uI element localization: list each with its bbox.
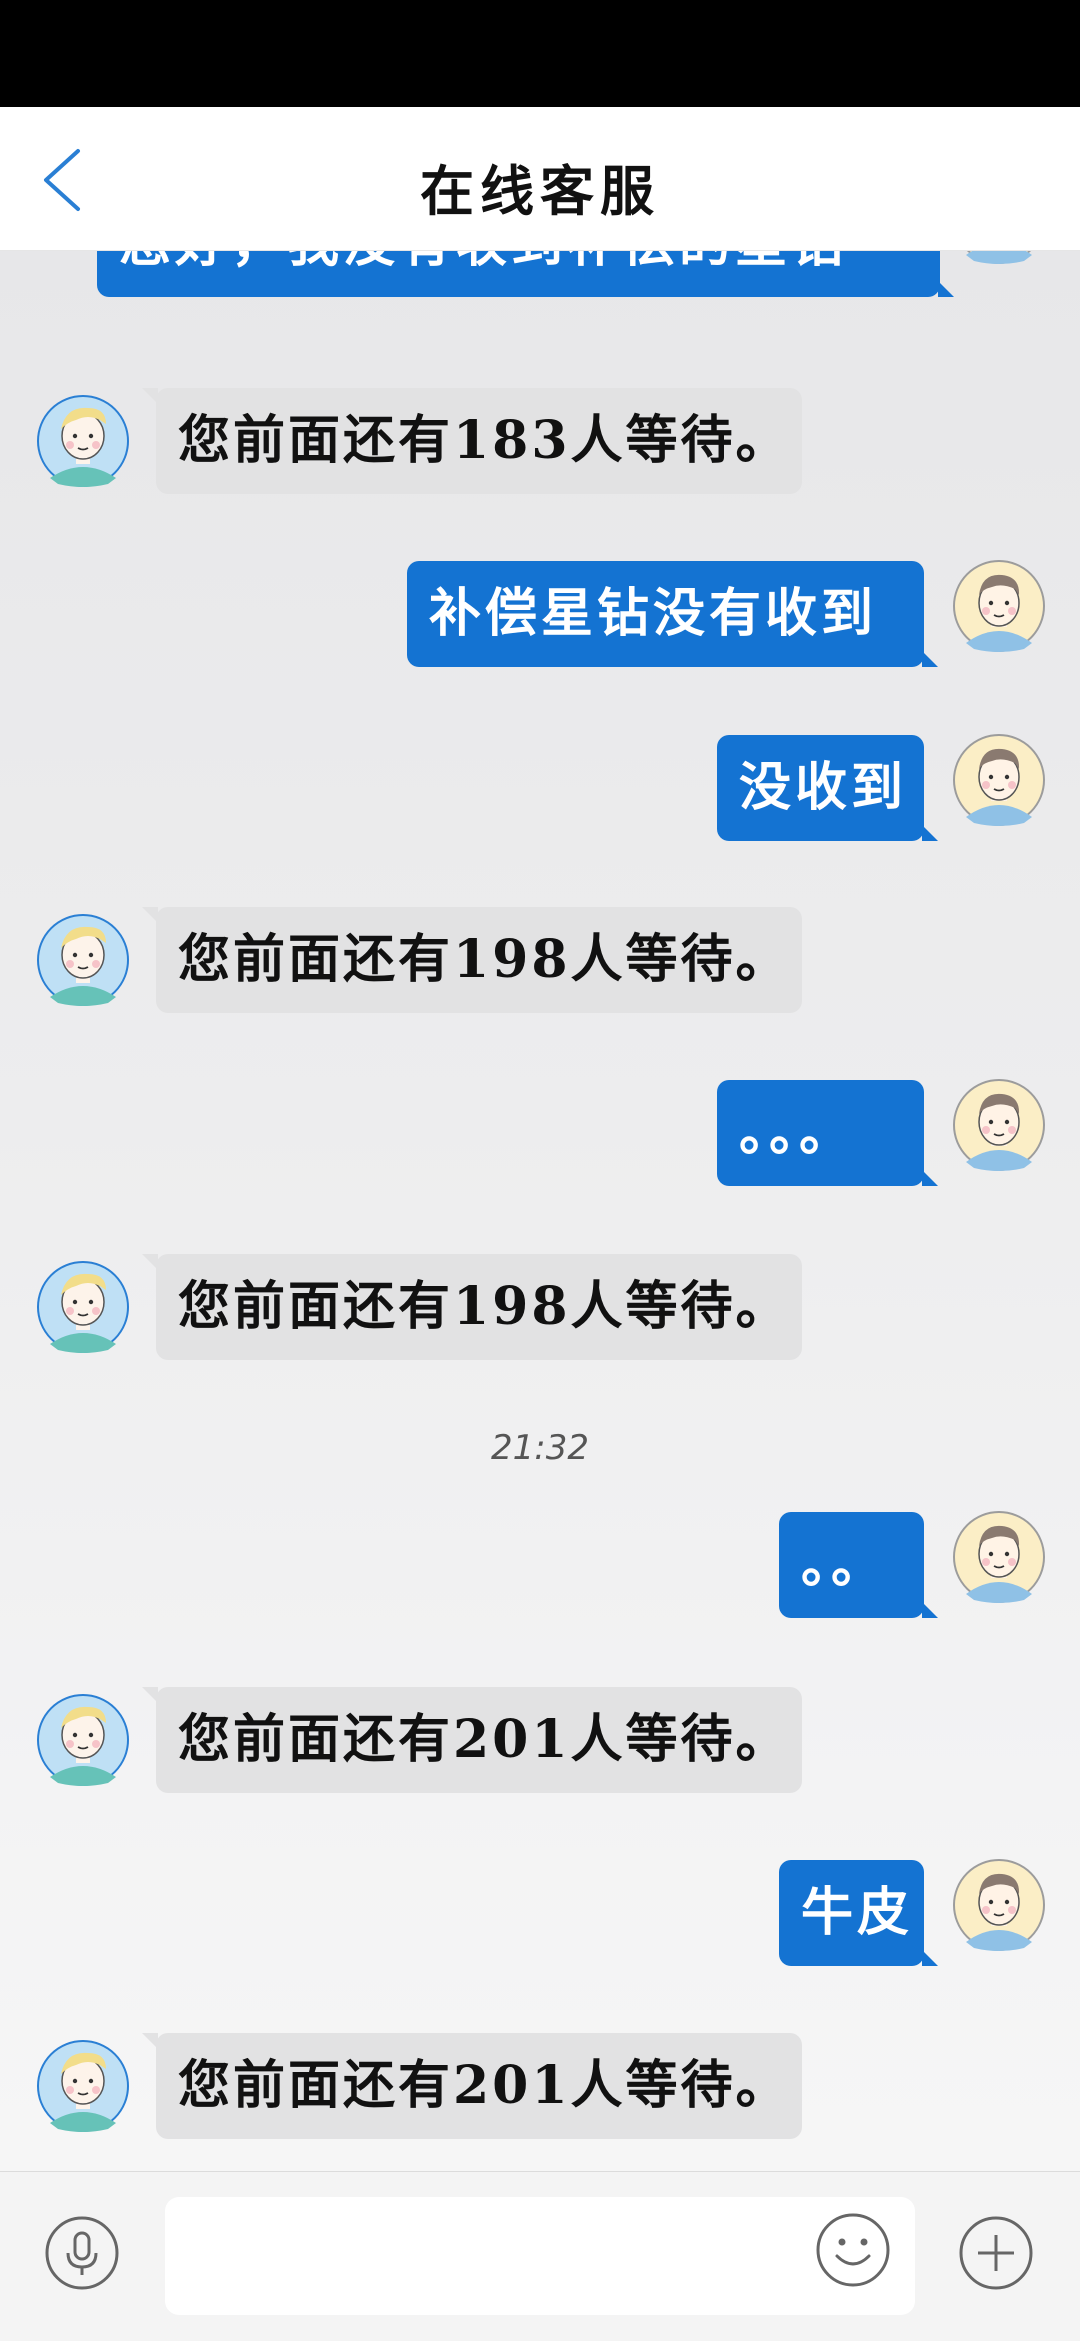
message-bubble[interactable]: 您前面还有201人等待。 (142, 2033, 802, 2139)
agent-avatar (37, 914, 129, 1006)
emoji-button[interactable] (815, 2212, 891, 2288)
message-timestamp: 21:32 (491, 1428, 589, 1468)
message-input[interactable] (165, 2197, 915, 2315)
microphone-icon (45, 2216, 119, 2290)
message-incoming: 您前面还有198人等待。 (0, 907, 1080, 1017)
status-bar (0, 0, 1080, 107)
page-title: 在线客服 (420, 159, 660, 223)
user-avatar (966, 251, 1032, 264)
chat-area[interactable]: 您好，我没有收到补偿的星钻 您前面还有183人等待。 补偿星钻没有收到 (0, 251, 1080, 2171)
message-outgoing: 。。。 (0, 1079, 1080, 1190)
message-bubble[interactable]: 您前面还有198人等待。 (142, 1254, 802, 1360)
agent-avatar (37, 1261, 129, 1353)
message-outgoing: 补偿星钻没有收到 (0, 560, 1080, 671)
input-bar (0, 2171, 1080, 2341)
message-outgoing: 没收到 (0, 734, 1080, 845)
message-bubble[interactable]: 没收到 (717, 735, 938, 841)
message-incoming: 您前面还有198人等待。 (0, 1254, 1080, 1364)
message-bubble[interactable]: 您前面还有183人等待。 (142, 388, 802, 494)
user-avatar (953, 1079, 1045, 1171)
message-incoming: 您前面还有201人等待。 (0, 1687, 1080, 1797)
message-incoming: 您前面还有201人等待。 (0, 2033, 1080, 2143)
agent-avatar (37, 395, 129, 487)
agent-avatar (37, 1694, 129, 1786)
message-outgoing: 牛皮 (0, 1859, 1080, 1970)
more-button[interactable] (958, 2215, 1034, 2291)
message-bubble[interactable]: 您好，我没有收到补偿的星钻 (97, 251, 954, 297)
voice-button[interactable] (44, 2215, 120, 2291)
message-bubble[interactable]: 。。 (779, 1512, 938, 1618)
smiley-icon (816, 2213, 890, 2287)
user-avatar (953, 1859, 1045, 1951)
message-bubble[interactable]: 。。。 (717, 1080, 938, 1186)
user-avatar (953, 1511, 1045, 1603)
plus-icon (959, 2216, 1033, 2290)
message-bubble[interactable]: 牛皮 (779, 1860, 938, 1966)
user-avatar (953, 734, 1045, 826)
message-bubble[interactable]: 您前面还有198人等待。 (142, 907, 802, 1013)
user-avatar (953, 560, 1045, 652)
message-outgoing: 您好，我没有收到补偿的星钻 (0, 251, 1080, 321)
header: 在线客服 (0, 107, 1080, 251)
agent-avatar (37, 2040, 129, 2132)
message-bubble[interactable]: 补偿星钻没有收到 (407, 561, 938, 667)
message-bubble[interactable]: 您前面还有201人等待。 (142, 1687, 802, 1793)
message-outgoing: 。。 (0, 1511, 1080, 1622)
message-incoming: 您前面还有183人等待。 (0, 388, 1080, 498)
